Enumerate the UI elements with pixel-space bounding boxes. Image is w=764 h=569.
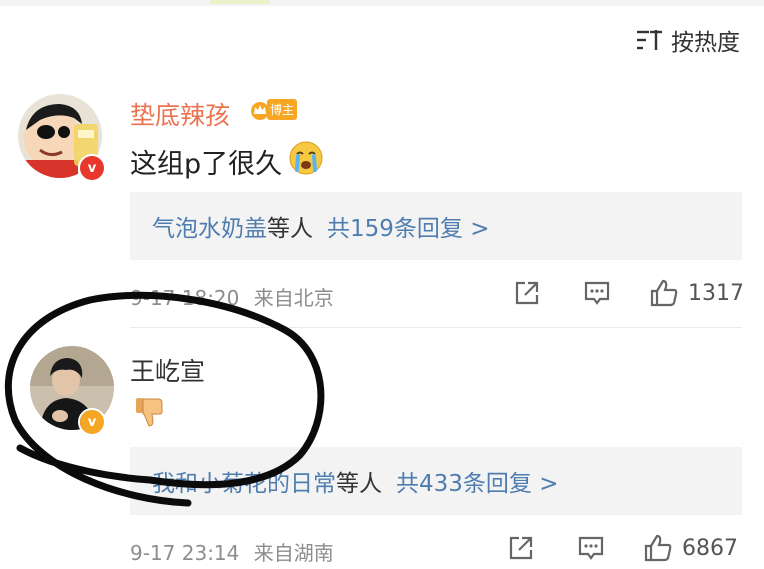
verified-badge-gold: v <box>78 408 106 436</box>
share-button[interactable] <box>506 533 536 563</box>
sort-by-hot-button[interactable]: 按热度 <box>635 24 740 56</box>
sort-icon <box>635 27 665 53</box>
verified-badge-red: v <box>78 154 106 182</box>
thumbs-down-emoji <box>132 394 168 437</box>
comment-actions: 6867 <box>506 532 738 564</box>
replies-summary[interactable]: 我和小菊花的日常 等人 共433条回复 > <box>130 447 742 515</box>
reply-button[interactable] <box>582 278 612 308</box>
comment-icon <box>578 536 604 560</box>
like-button[interactable]: 6867 <box>642 532 738 564</box>
comment-username[interactable]: 王屹宣 <box>130 352 205 388</box>
crying-emoji <box>288 140 324 183</box>
replies-summary[interactable]: 气泡水奶盖 等人 共159条回复 > <box>130 192 742 260</box>
comment-text-body: 这组p了很久 <box>130 149 283 180</box>
comment-meta: 9-17 18:20 来自北京 <box>130 282 334 311</box>
comment-text: 这组p了很久 <box>130 140 324 183</box>
reply-count-link[interactable]: 共159条回复 > <box>327 209 489 243</box>
comment-actions: 1317 <box>512 277 744 309</box>
reply-count-link[interactable]: 共433条回复 > <box>396 464 558 498</box>
share-icon <box>515 281 539 305</box>
top-strip <box>0 0 764 6</box>
comment-icon <box>584 281 610 305</box>
top-strip-accent <box>210 0 270 4</box>
comment-text <box>132 394 168 437</box>
share-icon <box>509 536 533 560</box>
like-count: 6867 <box>682 535 738 561</box>
divider <box>130 327 742 328</box>
location: 来自湖南 <box>253 541 334 565</box>
like-count: 1317 <box>688 280 744 306</box>
reply-button[interactable] <box>576 533 606 563</box>
sort-label: 按热度 <box>671 30 740 56</box>
reply-suffix: 等人 <box>336 471 382 497</box>
timestamp: 9-17 23:14 <box>130 541 240 565</box>
reply-user-link[interactable]: 气泡水奶盖 <box>152 209 267 243</box>
share-button[interactable] <box>512 278 542 308</box>
thumbs-up-icon <box>650 279 678 307</box>
reply-suffix: 等人 <box>267 216 313 242</box>
blogger-badge: 博主 <box>250 99 298 120</box>
comment-meta: 9-17 23:14 来自湖南 <box>130 537 334 566</box>
reply-user-link[interactable]: 我和小菊花的日常 <box>152 464 336 498</box>
blogger-label: 博主 <box>267 99 298 120</box>
timestamp: 9-17 18:20 <box>130 286 240 310</box>
comment-username[interactable]: 垫底辣孩 <box>130 96 230 132</box>
location: 来自北京 <box>253 286 334 310</box>
like-button[interactable]: 1317 <box>648 277 744 309</box>
thumbs-up-icon <box>644 534 672 562</box>
